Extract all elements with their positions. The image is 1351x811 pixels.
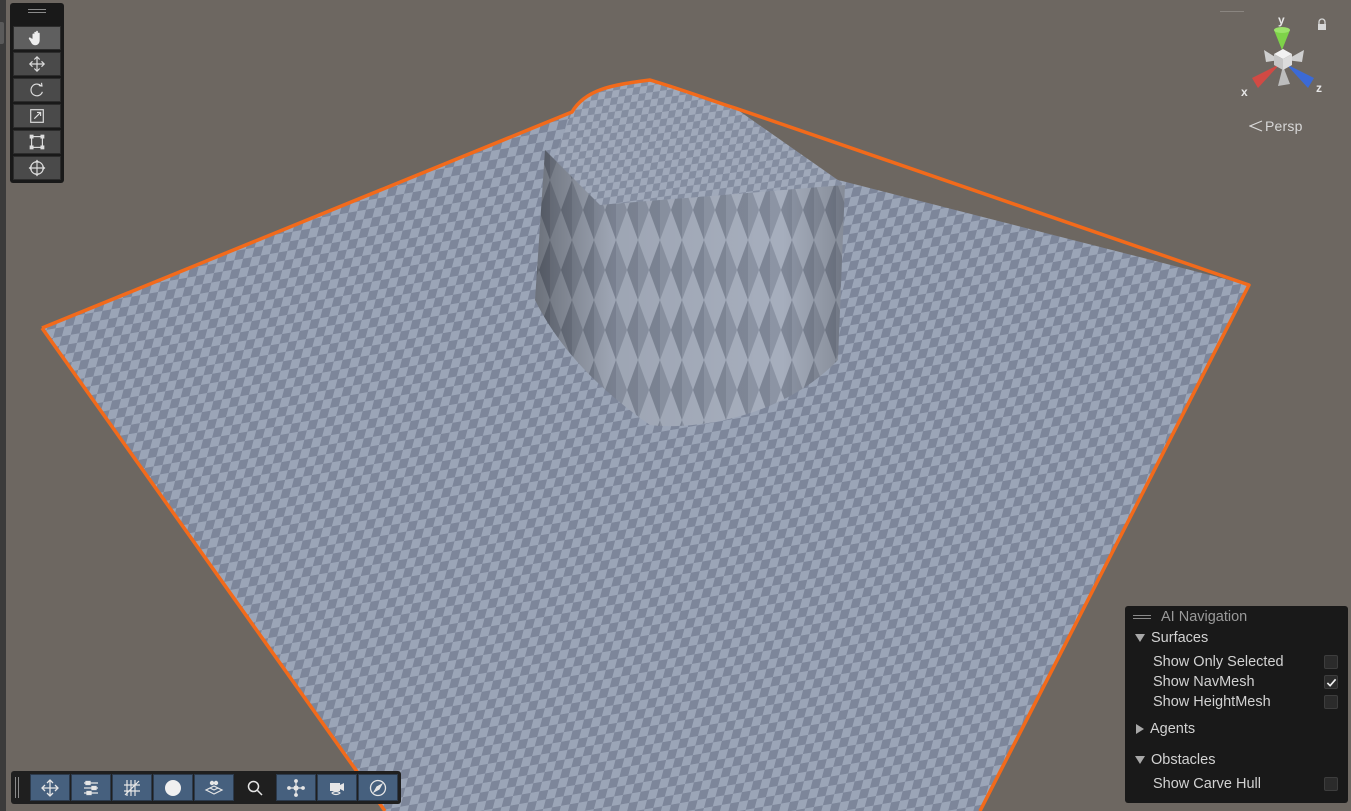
sliders-icon [84, 780, 98, 795]
z-axis-cone [1286, 64, 1314, 88]
left-edge-bar [0, 0, 6, 811]
layers-icon [204, 780, 224, 795]
obstacles-label: Obstacles [1151, 752, 1216, 768]
move-tool-button[interactable] [13, 52, 61, 76]
compass-icon [369, 779, 387, 796]
rotate-tool-button[interactable] [13, 78, 61, 102]
navmesh-icon [287, 778, 305, 797]
ai-navigation-button[interactable] [276, 774, 316, 801]
projection-label: Persp [1265, 118, 1303, 134]
show-heightmesh-checkbox[interactable] [1324, 695, 1338, 709]
transform-icon [28, 159, 46, 177]
scene-viewport[interactable]: y x z Persp AI Navigation Surfaces Show … [0, 0, 1351, 811]
show-only-selected-label: Show Only Selected [1153, 654, 1284, 670]
expand-arrow-icon [1135, 756, 1145, 764]
rect-transform-icon [29, 134, 45, 150]
orientation-button[interactable] [194, 774, 234, 801]
panel-grip[interactable] [1133, 613, 1151, 621]
show-only-selected-checkbox[interactable] [1324, 655, 1338, 669]
sphere-icon [165, 779, 181, 796]
grid-snap-icon [124, 779, 140, 796]
hill-top [545, 80, 845, 205]
move-icon [41, 778, 59, 797]
axis-x-label: x [1241, 85, 1248, 99]
search-button[interactable] [235, 774, 275, 801]
draw-mode-button[interactable] [153, 774, 193, 801]
show-navmesh-checkbox[interactable] [1324, 675, 1338, 689]
toolbar-grip[interactable] [15, 777, 21, 798]
tools-toolbar [10, 3, 64, 183]
panel-title: AI Navigation [1161, 609, 1248, 625]
view-tool-button[interactable] [13, 26, 61, 50]
show-carve-hull-label: Show Carve Hull [1153, 776, 1261, 792]
camera-button[interactable] [317, 774, 357, 801]
agents-label: Agents [1150, 721, 1196, 737]
hand-icon [28, 30, 40, 46]
transform-tool-button[interactable] [13, 156, 61, 180]
axis-z-label: z [1316, 81, 1322, 95]
surfaces-label: Surfaces [1151, 630, 1209, 646]
surfaces-foldout[interactable]: Surfaces [1135, 630, 1208, 646]
show-heightmesh-label: Show HeightMesh [1153, 694, 1271, 710]
perspective-icon [1249, 120, 1263, 132]
rect-tool-button[interactable] [13, 130, 61, 154]
panel-header[interactable]: AI Navigation [1133, 608, 1247, 626]
collapse-arrow-icon [1136, 724, 1144, 734]
lock-icon[interactable] [1316, 18, 1328, 32]
orientation-gizmo[interactable]: y x z [1236, 10, 1346, 110]
expand-arrow-icon [1135, 634, 1145, 642]
toolbar-grip[interactable] [28, 9, 46, 15]
rotate-icon [30, 82, 43, 97]
tool-settings-button[interactable] [30, 774, 70, 801]
agents-foldout[interactable]: Agents [1135, 721, 1195, 737]
compass-button[interactable] [358, 774, 398, 801]
scene-view-options-button[interactable] [71, 774, 111, 801]
axis-y-label: y [1278, 13, 1285, 27]
x-axis-cone [1252, 64, 1280, 88]
projection-toggle[interactable]: Persp [1249, 118, 1303, 134]
search-icon [247, 780, 263, 796]
scale-tool-button[interactable] [13, 104, 61, 128]
overlay-toolbar [11, 771, 401, 804]
show-carve-hull-checkbox[interactable] [1324, 777, 1338, 791]
camera-icon [330, 782, 344, 795]
grid-snapping-button[interactable] [112, 774, 152, 801]
checkmark-icon [1326, 678, 1337, 687]
move-icon [28, 55, 46, 73]
obstacles-foldout[interactable]: Obstacles [1135, 752, 1215, 768]
scale-icon [30, 109, 44, 123]
show-navmesh-label: Show NavMesh [1153, 674, 1255, 690]
ai-navigation-panel: AI Navigation Surfaces Show Only Selecte… [1125, 606, 1348, 803]
